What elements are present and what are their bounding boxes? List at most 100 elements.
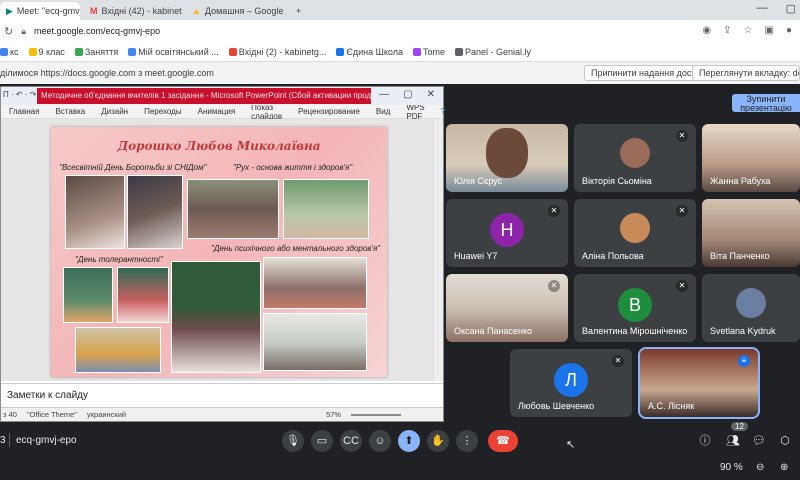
- mic-button[interactable]: 🎙︎: [282, 430, 304, 452]
- drive-icon: ▲: [192, 6, 201, 16]
- slide-canvas[interactable]: Дорошко Любов Миколаївна "Всесвітній Ден…: [1, 119, 443, 381]
- ribbon-tab[interactable]: Анимация: [198, 107, 236, 116]
- participant-tile[interactable]: Юлія Сєрус: [446, 124, 568, 192]
- powerpoint-window: П · ↶ · ↷ · ▾ Методичне об'єднання вчите…: [0, 86, 445, 422]
- tab-label: Домашня – Google Диск: [204, 6, 286, 16]
- participant-name: Валентина Мірошніченко: [582, 326, 688, 336]
- bookmark-icon: [336, 48, 345, 57]
- star-icon[interactable]: ☆: [744, 25, 753, 36]
- ribbon-tab[interactable]: Вставка: [55, 107, 85, 116]
- sharing-text: ділимося https://docs.google.com з meet.…: [0, 68, 214, 78]
- avatar: [736, 288, 766, 318]
- reload-icon[interactable]: ↻: [4, 25, 13, 38]
- stop-presenting-button[interactable]: Зупинити презентацію: [732, 94, 800, 113]
- ribbon-tab[interactable]: Главная: [9, 107, 39, 116]
- ppt-title-bar: П · ↶ · ↷ · ▾ Методичне об'єднання вчите…: [1, 87, 443, 105]
- ppt-title: Методичне об'єднання вчителів 1 засіданн…: [37, 88, 371, 104]
- url-field[interactable]: meet.google.com/ecq-gmvj-epo: [34, 26, 160, 36]
- zoom-in-icon[interactable]: ⊕: [780, 462, 788, 473]
- switch-tab-button[interactable]: Переглянути вкладку: docs.google.com: [692, 65, 800, 81]
- zoom-out-icon[interactable]: ⊖: [756, 462, 764, 473]
- participant-tile[interactable]: ≡ А.С. Лісняк: [638, 347, 760, 419]
- present-button[interactable]: ⬆: [398, 430, 420, 452]
- lock-icon[interactable]: 🔒︎: [21, 26, 26, 37]
- gmail-icon: M: [90, 6, 98, 16]
- ribbon-tab[interactable]: Вид: [376, 107, 390, 116]
- participant-tile[interactable]: ✕ Аліна Польова: [574, 199, 696, 267]
- slide-caption: "День психічного або ментального здоров'…: [211, 244, 381, 253]
- participant-tile[interactable]: Віта Панченко: [702, 199, 800, 267]
- leave-call-button[interactable]: ☎: [488, 430, 518, 452]
- bookmark-item[interactable]: Мій освітянський ...: [128, 47, 219, 57]
- bookmark-item[interactable]: Вхідні (2) - kabinetg...: [228, 47, 326, 57]
- maximize-icon[interactable]: ▢: [403, 89, 412, 100]
- close-icon[interactable]: ✕: [427, 89, 435, 100]
- camera-button[interactable]: ▭: [311, 430, 333, 452]
- browser-tab-bar: ▶ Meet: "ecq-gmvj-e ✕ M Вхідні (42) - ka…: [0, 0, 800, 20]
- theme-name: "Office Theme": [26, 410, 77, 419]
- extension-icon[interactable]: ▣: [765, 25, 774, 36]
- profile-icon[interactable]: ●: [786, 25, 792, 36]
- ribbon-tabs: Главная Вставка Дизайн Переходы Анимация…: [1, 103, 445, 121]
- share-icon[interactable]: ⇪: [723, 25, 731, 36]
- slide-caption: "Всесвітній День Боротьби зі СНІДом": [59, 163, 207, 172]
- camera-icon[interactable]: ◉: [702, 25, 711, 36]
- tab-drive[interactable]: ▲ Домашня – Google Диск ✕: [186, 2, 286, 20]
- info-icon[interactable]: ⓘ: [694, 430, 716, 452]
- slide[interactable]: Дорошко Любов Миколаївна "Всесвітній Ден…: [51, 127, 387, 377]
- ribbon-tab[interactable]: Переходы: [144, 107, 182, 116]
- mouse-cursor-icon: ↖: [566, 439, 576, 451]
- tab-gmail[interactable]: M Вхідні (42) - kabinetgeog ✕: [84, 2, 182, 20]
- bookmark-item[interactable]: Tome: [412, 47, 445, 57]
- new-tab-button[interactable]: +: [290, 2, 308, 20]
- people-icon[interactable]: 👥︎: [722, 430, 744, 452]
- participant-tile[interactable]: ✕ Л Любовь Шевченко: [510, 349, 632, 417]
- participant-name: Юлія Сєрус: [454, 176, 503, 186]
- participant-name: Аліна Польова: [582, 251, 644, 261]
- help-icon[interactable]: ?: [441, 107, 445, 116]
- activities-icon[interactable]: ⬡: [774, 430, 796, 452]
- participant-tile[interactable]: Жанна Рабуха: [702, 124, 800, 192]
- participant-tile[interactable]: ✕ В Валентина Мірошніченко: [574, 274, 696, 342]
- emoji-button[interactable]: ☺: [369, 430, 391, 452]
- bookmark-item[interactable]: Panel - Genial.ly: [454, 47, 531, 57]
- divider: [9, 433, 10, 447]
- more-options-button[interactable]: ⋮: [456, 430, 478, 452]
- tab-meet[interactable]: ▶ Meet: "ecq-gmvj-e ✕: [0, 2, 80, 20]
- captions-button[interactable]: CC: [340, 430, 362, 452]
- slide-photo: [187, 179, 279, 239]
- bookmark-item[interactable]: кс: [0, 47, 19, 57]
- participant-tile[interactable]: ✕ Вікторія Сьоміна: [574, 124, 696, 192]
- minimize-icon[interactable]: —: [757, 2, 768, 15]
- zoom-slider[interactable]: [351, 414, 402, 416]
- slide-photo: [117, 267, 169, 323]
- avatar: H: [490, 213, 524, 247]
- participant-name: Любовь Шевченко: [518, 401, 595, 411]
- maximize-icon[interactable]: ▢: [786, 2, 796, 15]
- participant-tile[interactable]: ✕ Оксана Панасенко: [446, 274, 568, 342]
- raise-hand-button[interactable]: ✋: [427, 430, 449, 452]
- zoom-level: 90 %: [720, 462, 743, 473]
- participant-tile[interactable]: Svetlana Kydruk: [702, 274, 800, 342]
- bookmark-item[interactable]: 9 клас: [28, 47, 65, 57]
- ribbon-tab[interactable]: Показ слайдов: [251, 103, 282, 121]
- mic-off-icon: ✕: [612, 355, 624, 367]
- time-fragment: 3: [0, 435, 6, 446]
- bookmark-icon: [74, 48, 83, 57]
- ribbon-tab[interactable]: WPS PDF: [406, 103, 424, 121]
- participant-video: [486, 128, 528, 178]
- participant-tile[interactable]: ✕ H Huawei Y7: [446, 199, 568, 267]
- ribbon-tab[interactable]: Рецензирование: [298, 107, 360, 116]
- vertical-scrollbar[interactable]: [433, 119, 443, 381]
- bookmark-item[interactable]: Єдина Школа: [336, 47, 403, 57]
- gmail-icon: [228, 48, 237, 57]
- ribbon-tab[interactable]: Дизайн: [101, 107, 128, 116]
- bookmark-icon: [0, 48, 8, 57]
- tab-sharing-bar: ділимося https://docs.google.com з meet.…: [0, 62, 800, 84]
- meet-tab-icon: ▶: [6, 5, 13, 16]
- slide-photo: [263, 313, 367, 371]
- bookmark-item[interactable]: Заняття: [74, 47, 118, 57]
- chat-icon[interactable]: 💬︎: [748, 430, 770, 452]
- minimize-icon[interactable]: —: [379, 89, 389, 100]
- slide-notes[interactable]: Заметки к слайду: [1, 383, 443, 405]
